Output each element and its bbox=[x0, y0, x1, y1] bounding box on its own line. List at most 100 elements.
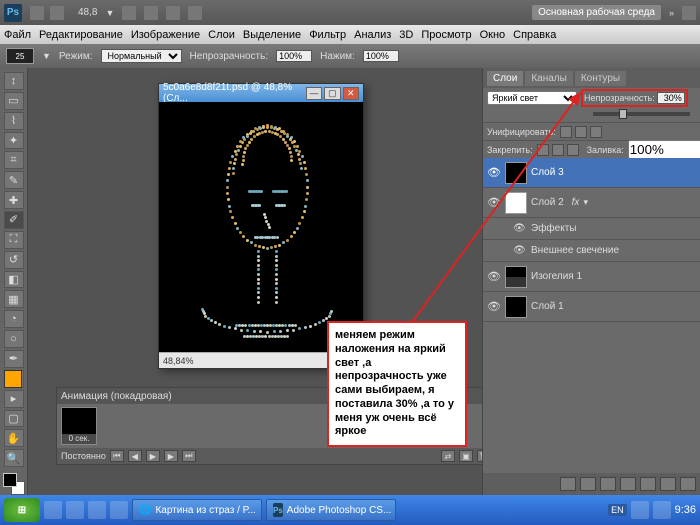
layer-opacity-input[interactable] bbox=[657, 92, 685, 104]
maximize-button[interactable]: ▢ bbox=[324, 87, 340, 100]
screen-mode-icon[interactable] bbox=[188, 6, 202, 20]
menu-select[interactable]: Выделение bbox=[243, 29, 301, 41]
opacity-slider-thumb[interactable] bbox=[619, 109, 627, 119]
rotate-icon[interactable] bbox=[166, 6, 180, 20]
menu-3d[interactable]: 3D bbox=[399, 29, 413, 41]
chevron-double-icon[interactable]: » bbox=[669, 8, 674, 18]
brush-tool[interactable]: ✐ bbox=[4, 211, 24, 229]
blend-mode-select[interactable]: Нормальный bbox=[101, 49, 182, 63]
layer-name[interactable]: Слой 3 bbox=[531, 167, 564, 178]
menu-file[interactable]: Файл bbox=[4, 29, 31, 41]
tab-channels[interactable]: Каналы bbox=[525, 71, 573, 86]
layer-item[interactable]: 👁 Слой 3 bbox=[483, 158, 700, 188]
heal-tool[interactable]: ✚ bbox=[4, 191, 24, 209]
tab-paths[interactable]: Контуры bbox=[575, 71, 626, 86]
close-button[interactable]: ✕ bbox=[343, 87, 359, 100]
bridge-icon[interactable] bbox=[30, 6, 44, 20]
zoom-icon[interactable] bbox=[144, 6, 158, 20]
next-frame-button[interactable]: ▶ bbox=[164, 450, 178, 462]
mini-bridge-icon[interactable] bbox=[50, 6, 64, 20]
layer-blend-mode-select[interactable]: Яркий свет bbox=[487, 91, 577, 105]
document-canvas[interactable] bbox=[159, 102, 363, 352]
move-tool[interactable]: ↕ bbox=[4, 72, 24, 90]
group-button[interactable] bbox=[640, 477, 656, 491]
frame-delay[interactable]: 0 сек. bbox=[62, 434, 96, 443]
play-button[interactable]: ▶ bbox=[146, 450, 160, 462]
layer-name[interactable]: Слой 1 bbox=[531, 301, 564, 312]
new-layer-button[interactable] bbox=[660, 477, 676, 491]
hand-icon[interactable] bbox=[122, 6, 136, 20]
first-frame-button[interactable]: ⏮ bbox=[110, 450, 124, 462]
lock-all-icon[interactable] bbox=[567, 144, 579, 156]
last-frame-button[interactable]: ⏭ bbox=[182, 450, 196, 462]
eye-icon[interactable]: 👁 bbox=[487, 196, 501, 210]
layer-item[interactable]: 👁 Слой 1 bbox=[483, 292, 700, 322]
layer-name[interactable]: Слой 2 bbox=[531, 197, 564, 208]
opacity-input[interactable] bbox=[276, 50, 312, 62]
document-titlebar[interactable]: 5c0a6e8d8f21t.psd @ 48,8% (Сл... — ▢ ✕ bbox=[159, 84, 363, 102]
taskbar-app-button[interactable]: 🌐 Картина из страз / Р... bbox=[132, 499, 262, 521]
quicklaunch-icon[interactable] bbox=[88, 501, 106, 519]
minimize-button[interactable]: — bbox=[306, 87, 322, 100]
eye-icon[interactable]: 👁 bbox=[487, 166, 501, 180]
fill-input[interactable] bbox=[628, 140, 700, 159]
loop-mode[interactable]: Постоянно bbox=[61, 451, 106, 461]
menu-analysis[interactable]: Анализ bbox=[354, 29, 391, 41]
marquee-tool[interactable]: ▭ bbox=[4, 92, 24, 110]
eraser-tool[interactable]: ◧ bbox=[4, 271, 24, 289]
delete-layer-button[interactable] bbox=[680, 477, 696, 491]
panel-swatch-icon[interactable] bbox=[4, 370, 22, 388]
layer-item[interactable]: 👁 Слой 2 fx ▾ bbox=[483, 188, 700, 218]
eyedropper-tool[interactable]: ✎ bbox=[4, 171, 24, 189]
start-button[interactable]: ⊞ bbox=[4, 498, 40, 522]
quicklaunch-icon[interactable] bbox=[66, 501, 84, 519]
adjustment-button[interactable] bbox=[620, 477, 636, 491]
workspace-switcher[interactable]: Основная рабочая среда bbox=[532, 5, 661, 20]
mask-button[interactable] bbox=[600, 477, 616, 491]
menu-layers[interactable]: Слои bbox=[208, 29, 235, 41]
unify-style-icon[interactable] bbox=[590, 126, 602, 138]
layer-name[interactable]: Изогелия 1 bbox=[531, 271, 582, 282]
quicklaunch-icon[interactable] bbox=[44, 501, 62, 519]
hand-tool[interactable]: ✋ bbox=[4, 429, 24, 447]
eye-icon[interactable]: 👁 bbox=[513, 245, 527, 256]
new-frame-button[interactable]: ▣ bbox=[459, 450, 473, 462]
blur-tool[interactable]: ◔ bbox=[4, 310, 24, 328]
menu-filter[interactable]: Фильтр bbox=[309, 29, 346, 41]
fx-badge[interactable]: fx bbox=[572, 197, 580, 208]
dodge-tool[interactable]: ○ bbox=[4, 330, 24, 348]
gradient-tool[interactable]: ▦ bbox=[4, 290, 24, 308]
tab-layers[interactable]: Слои bbox=[487, 71, 523, 86]
chevron-down-icon[interactable]: ▾ bbox=[583, 197, 588, 208]
taskbar-app-button[interactable]: Ps Adobe Photoshop CS... bbox=[266, 499, 396, 521]
color-swatches[interactable] bbox=[3, 473, 25, 495]
tray-icon[interactable] bbox=[653, 501, 671, 519]
chevron-down-icon[interactable]: ▼ bbox=[105, 8, 114, 18]
layer-item[interactable]: 👁 Изогелия 1 bbox=[483, 262, 700, 292]
lock-px-icon[interactable] bbox=[537, 144, 549, 156]
language-indicator[interactable]: EN bbox=[608, 504, 627, 516]
lock-pos-icon[interactable] bbox=[552, 144, 564, 156]
fx-button[interactable] bbox=[580, 477, 596, 491]
unify-position-icon[interactable] bbox=[560, 126, 572, 138]
tray-icon[interactable] bbox=[631, 501, 649, 519]
menu-image[interactable]: Изображение bbox=[131, 29, 200, 41]
unify-visibility-icon[interactable] bbox=[575, 126, 587, 138]
menu-view[interactable]: Просмотр bbox=[421, 29, 471, 41]
clock[interactable]: 9:36 bbox=[675, 504, 696, 516]
layer-effect-item[interactable]: 👁 Внешнее свечение bbox=[483, 240, 700, 262]
tween-button[interactable]: ⇄ bbox=[441, 450, 455, 462]
flow-input[interactable] bbox=[363, 50, 399, 62]
link-layers-button[interactable] bbox=[560, 477, 576, 491]
menu-window[interactable]: Окно bbox=[480, 29, 506, 41]
crop-tool[interactable]: ⌗ bbox=[4, 151, 24, 169]
cslive-icon[interactable] bbox=[682, 6, 696, 20]
zoom-tool[interactable]: 🔍 bbox=[4, 449, 24, 467]
eye-icon[interactable]: 👁 bbox=[487, 270, 501, 284]
wand-tool[interactable]: ✦ bbox=[4, 132, 24, 150]
history-brush-tool[interactable]: ↺ bbox=[4, 251, 24, 269]
eye-icon[interactable]: 👁 bbox=[513, 223, 527, 234]
path-select-tool[interactable]: ▸ bbox=[4, 390, 24, 408]
eye-icon[interactable]: 👁 bbox=[487, 300, 501, 314]
menu-help[interactable]: Справка bbox=[513, 29, 556, 41]
